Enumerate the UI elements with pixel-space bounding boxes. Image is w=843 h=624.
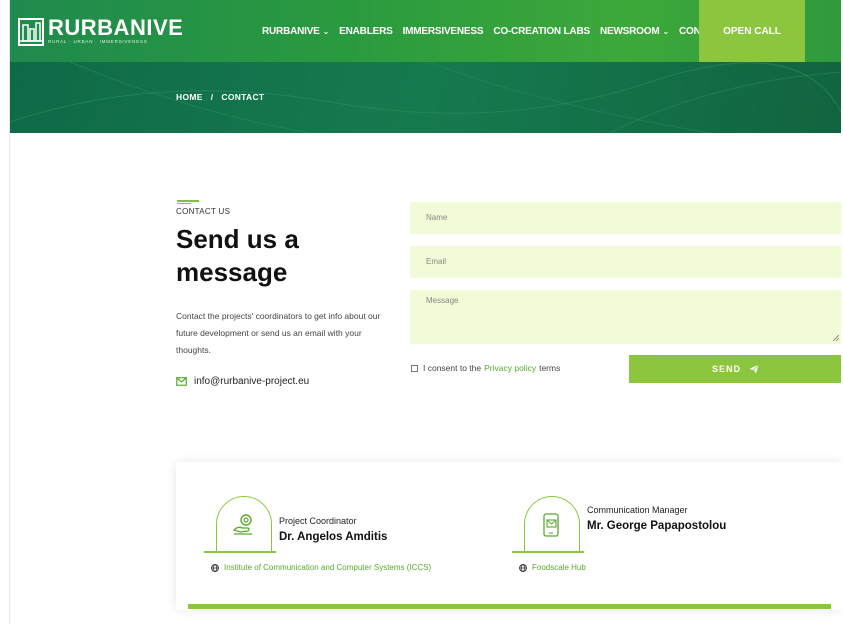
nav-item-co-creation-labs[interactable]: CO-CREATION LABS <box>493 26 590 37</box>
coordinator-org: Institute of Communication and Computer … <box>224 563 432 572</box>
chevron-down-icon: ⌄ <box>662 26 669 36</box>
manager-frame-base <box>512 551 584 553</box>
paper-plane-icon <box>749 364 759 374</box>
top-navigation: RURBANIVE RURAL · URBAN · IMMERSIVENESS … <box>10 0 841 62</box>
consent-text-suffix: terms <box>539 363 561 373</box>
consent-text-prefix: I consent to the <box>423 363 482 373</box>
globe-icon <box>519 563 527 572</box>
section-eyebrow: CONTACT US <box>176 207 231 216</box>
manager-org: Foodscale Hub <box>532 563 586 572</box>
manager-name: Mr. George Papapostolou <box>587 520 727 532</box>
nav-label: ENABLERS <box>339 25 393 37</box>
page-banner: HOME / CONTACT <box>10 62 841 133</box>
nav-item-newsroom[interactable]: NEWSROOM ⌄ <box>600 26 669 37</box>
banner-pattern <box>10 62 841 133</box>
coordinator-name: Dr. Angelos Amditis <box>279 531 388 543</box>
message-textarea[interactable]: Message <box>410 290 842 344</box>
globe-icon <box>211 563 219 572</box>
send-label: SEND <box>711 364 741 374</box>
open-call-button[interactable]: OPEN CALL <box>699 0 805 62</box>
coordinator-role: Project Coordinator <box>279 516 357 526</box>
contact-email-link[interactable]: info@rurbanive-project.eu <box>176 376 309 387</box>
name-field[interactable]: Name <box>410 202 842 234</box>
privacy-policy-link[interactable]: Privacy policy <box>484 363 536 373</box>
message-placeholder: Message <box>426 296 459 305</box>
card-accent-bar <box>188 604 831 609</box>
logo-tagline: RURAL · URBAN · IMMERSIVENESS <box>48 39 148 44</box>
contacts-card <box>176 462 842 610</box>
breadcrumb-separator: / <box>210 92 214 102</box>
breadcrumb: HOME / CONTACT <box>176 92 264 102</box>
privacy-consent: I consent to the Privacy policy terms <box>411 363 560 373</box>
phone-mail-icon <box>543 513 559 537</box>
consent-checkbox[interactable] <box>411 364 418 372</box>
contact-email: info@rurbanive-project.eu <box>194 376 310 387</box>
page-left-edge <box>0 0 10 624</box>
handshake-gear-icon <box>232 514 252 535</box>
nav-item-enablers[interactable]: ENABLERS <box>339 25 393 37</box>
manager-role: Communication Manager <box>587 505 688 515</box>
site-logo[interactable]: RURBANIVE RURAL · URBAN · IMMERSIVENESS <box>18 14 183 48</box>
chevron-down-icon: ⌄ <box>322 26 330 36</box>
logo-building-icon <box>18 15 44 47</box>
breadcrumb-current: CONTACT <box>221 92 265 102</box>
manager-org-link[interactable]: Foodscale Hub <box>519 563 586 572</box>
email-field[interactable]: Email <box>410 246 842 278</box>
nav-label: IMMERSIVENESS <box>402 25 484 37</box>
nav-item-rurbanive[interactable]: RURBANIVE ⌄ <box>262 26 329 37</box>
resize-handle-icon[interactable] <box>833 335 839 341</box>
coordinator-frame-base <box>204 551 276 553</box>
main-menu: RURBANIVE ⌄ ENABLERS IMMERSIVENESS CO-CR… <box>262 0 736 62</box>
nav-label: RURBANIVE <box>262 25 320 37</box>
envelope-icon <box>176 377 187 386</box>
coordinator-org-link[interactable]: Institute of Communication and Computer … <box>211 563 431 572</box>
eyebrow-accent-line <box>177 200 199 202</box>
send-button[interactable]: SEND <box>629 355 842 383</box>
nav-item-immersiveness[interactable]: IMMERSIVENESS <box>403 26 484 37</box>
breadcrumb-home[interactable]: HOME <box>176 92 203 102</box>
logo-wordmark: RURBANIVE <box>48 15 184 40</box>
nav-label: CO-CREATION LABS <box>493 25 590 37</box>
page-title: Send us a message <box>176 224 299 287</box>
nav-label: NEWSROOM <box>599 25 660 37</box>
eyebrow-accent-line-short <box>177 203 191 204</box>
contact-description: Contact the projects' coordinators to ge… <box>176 311 381 355</box>
